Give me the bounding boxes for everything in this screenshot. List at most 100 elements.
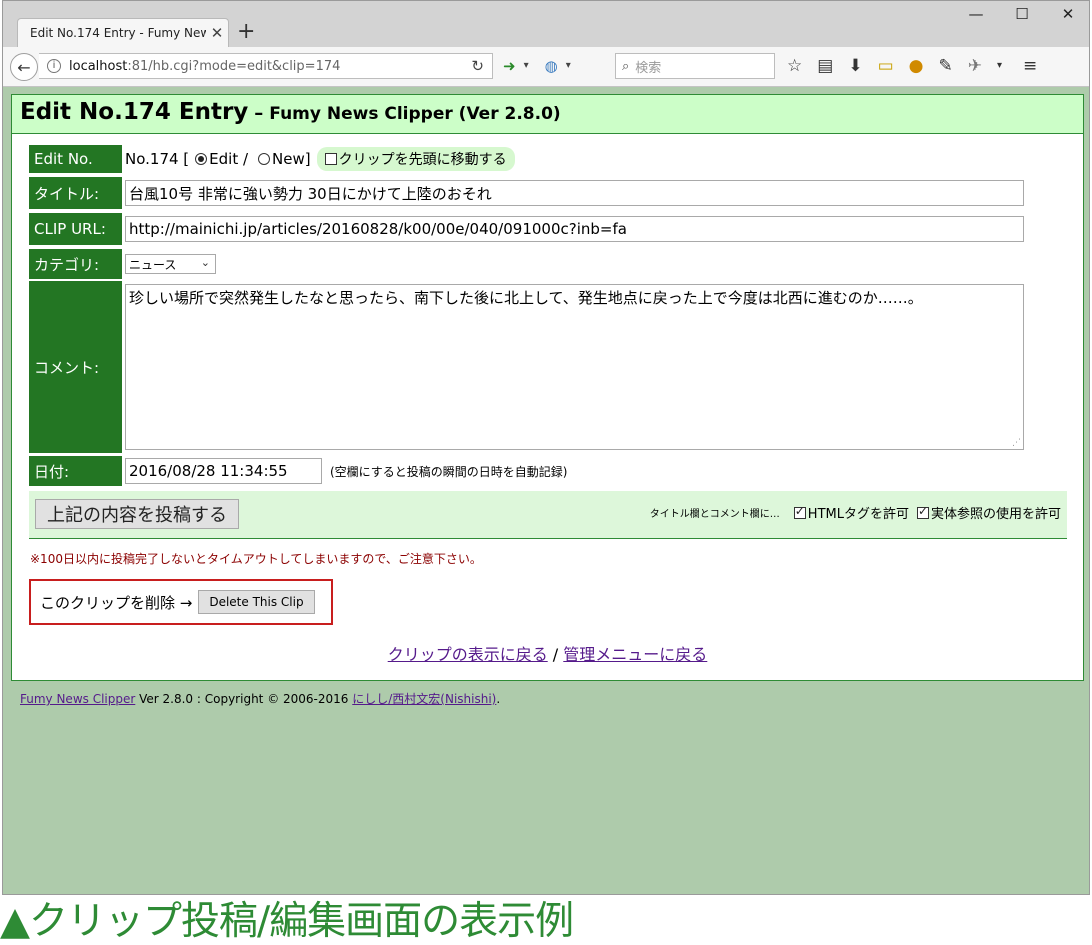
wrench-icon[interactable]: ✎ [938, 56, 952, 76]
dropdown-icon[interactable]: ▾ [997, 60, 1002, 76]
delete-clip-button[interactable]: Delete This Clip [198, 590, 315, 614]
footer: Fumy News Clipper Ver 2.8.0 : Copyright … [20, 690, 500, 707]
title-row: タイトル: 台風10号 非常に強い勢力 30日にかけて上陸のおそれ [29, 177, 1024, 209]
footer-end: . [496, 692, 501, 706]
edit-no-label: Edit No. [29, 145, 122, 173]
delete-clip-label: このクリップを削除 → [40, 593, 193, 612]
arrow-icon[interactable]: ➜ [503, 57, 516, 75]
category-select[interactable]: ニュース ⌄ [125, 254, 216, 274]
search-placeholder: 検索 [635, 60, 662, 76]
nav-bar: ← i localhost :81/hb.cgi?mode=edit&clip=… [3, 47, 1089, 87]
footer-version: Ver 2.8.0 : Copyright © 2006-2016 [139, 692, 349, 706]
folder-icon[interactable]: ▭ [878, 56, 894, 76]
back-to-clip-link[interactable]: クリップの表示に戻る [388, 645, 548, 664]
title-dash: – [254, 103, 264, 124]
back-links: クリップの表示に戻る / 管理メニューに戻る [12, 641, 1083, 665]
title-field: 台風10号 非常に強い勢力 30日にかけて上陸のおそれ [122, 177, 1024, 209]
move-to-top-checkbox[interactable] [324, 153, 337, 165]
dropdown-icon[interactable]: ▾ [566, 60, 571, 75]
category-field: ニュース ⌄ [122, 249, 216, 279]
figure-caption: ▲クリップ投稿/編集画面の表示例 [0, 899, 574, 944]
reader-icon[interactable]: ▤ [817, 56, 833, 76]
extension-icon[interactable]: ● [909, 56, 924, 76]
minimize-button[interactable]: — [961, 5, 991, 23]
radio-new[interactable]: New] [258, 150, 311, 168]
comment-label: コメント: [29, 281, 122, 453]
resize-grip-icon[interactable]: ⋰ [1012, 438, 1021, 448]
radio-edit[interactable]: Edit / [195, 150, 248, 168]
browser-window: Edit No.174 Entry - Fumy New... ✕ + — ☐ … [2, 0, 1090, 895]
comment-field: 珍しい場所で突然発生したなと思ったら、南下した後に北上して、発生地点に戻った上で… [122, 281, 1024, 453]
browser-tab[interactable]: Edit No.174 Entry - Fumy New... ✕ [17, 18, 229, 47]
timeout-note: ※100日以内に投稿完了しないとタイムアウトしてしまいますので、ご注意下さい。 [30, 552, 482, 566]
maximize-button[interactable]: ☐ [1007, 5, 1037, 23]
toolbar-icons: ☆ ▤ ⬇ ▭ ● ✎ ✈ ▾ ≡ [787, 56, 1037, 76]
tab-bar: Edit No.174 Entry - Fumy New... ✕ + — ☐ … [3, 1, 1089, 47]
new-tab-button[interactable]: + [237, 19, 255, 44]
submit-button[interactable]: 上記の内容を投稿する [35, 499, 239, 529]
title-input[interactable]: 台風10号 非常に強い勢力 30日にかけて上陸のおそれ [125, 180, 1024, 206]
dropdown-icon[interactable]: ▾ [524, 60, 529, 75]
options-prefix: タイトル欄とコメント欄に… [649, 509, 780, 520]
chevron-down-icon: ⌄ [200, 256, 210, 269]
page-subtitle: Fumy News Clipper (Ver 2.8.0) [269, 104, 561, 124]
close-tab-icon[interactable]: ✕ [206, 24, 228, 42]
footer-author-link[interactable]: にしし/西村文宏(Nishishi) [352, 692, 496, 706]
download-icon[interactable]: ⬇ [848, 56, 862, 76]
back-icon[interactable]: ← [10, 53, 38, 81]
comment-row: コメント: 珍しい場所で突然発生したなと思ったら、南下した後に北上して、発生地点… [29, 281, 1024, 453]
date-hint: (空欄にすると投稿の瞬間の日時を自動記録) [330, 464, 568, 479]
page-content: Edit No.174 Entry – Fumy News Clipper (V… [3, 88, 1089, 894]
page-title: Edit No.174 Entry – Fumy News Clipper (V… [12, 95, 1083, 134]
radio-edit-dot[interactable] [195, 153, 208, 165]
clip-url-input[interactable]: http://mainichi.jp/articles/20160828/k00… [125, 216, 1024, 242]
comment-text: 珍しい場所で突然発生したなと思ったら、南下した後に北上して、発生地点に戻った上で… [129, 289, 923, 307]
radio-new-label: New] [272, 150, 311, 168]
category-row: カテゴリ: ニュース ⌄ [29, 249, 216, 279]
allow-html-label: HTMLタグを許可 [807, 507, 909, 522]
submit-options: タイトル欄とコメント欄に… HTMLタグを許可 実体参照の使用を許可 [650, 503, 1061, 522]
date-field: 2016/08/28 11:34:55 (空欄にすると投稿の瞬間の日時を自動記録… [122, 456, 568, 486]
menu-icon[interactable]: ≡ [1023, 56, 1037, 76]
move-to-top-label: クリップを先頭に移動する [338, 152, 507, 168]
star-icon[interactable]: ☆ [787, 56, 802, 76]
allow-html-option[interactable]: HTMLタグを許可 [793, 503, 909, 522]
link-separator: / [552, 645, 559, 664]
allow-entity-label: 実体参照の使用を許可 [930, 507, 1061, 522]
title-label: タイトル: [29, 177, 122, 209]
info-icon[interactable]: i [47, 59, 61, 73]
url-row: CLIP URL: http://mainichi.jp/articles/20… [29, 213, 1024, 245]
date-label: 日付: [29, 456, 122, 486]
globe-icon[interactable]: ◍ [545, 57, 558, 75]
close-window-button[interactable]: ✕ [1053, 5, 1083, 23]
url-bar[interactable]: i localhost :81/hb.cgi?mode=edit&clip=17… [39, 53, 493, 79]
url-host: localhost [69, 58, 128, 74]
edit-panel: Edit No.174 Entry – Fumy News Clipper (V… [11, 94, 1084, 681]
clip-url-label: CLIP URL: [29, 213, 122, 245]
allow-entity-option[interactable]: 実体参照の使用を許可 [916, 503, 1061, 522]
back-to-menu-link[interactable]: 管理メニューに戻る [563, 645, 707, 664]
footer-app-link[interactable]: Fumy News Clipper [20, 692, 135, 706]
reload-icon[interactable]: ↻ [471, 57, 484, 75]
comment-textarea[interactable]: 珍しい場所で突然発生したなと思ったら、南下した後に北上して、発生地点に戻った上で… [125, 284, 1024, 450]
nav-extra-icons: ➜ ▾ ◍ ▾ [503, 57, 571, 75]
allow-html-checkbox[interactable] [793, 504, 806, 519]
search-icon: ⌕ [622, 58, 630, 74]
radio-new-dot[interactable] [258, 153, 271, 165]
allow-entity-checkbox[interactable] [916, 504, 929, 519]
addon-icon[interactable]: ✈ [968, 56, 982, 76]
edit-no-field: No.174 [ Edit / New] クリップを先頭に移動する [122, 145, 515, 173]
page-title-main: Edit No.174 Entry [20, 99, 249, 125]
move-to-top-option[interactable]: クリップを先頭に移動する [316, 147, 515, 171]
category-selected-value: ニュース [129, 257, 177, 272]
clip-url-field: http://mainichi.jp/articles/20160828/k00… [122, 213, 1024, 245]
url-path: :81/hb.cgi?mode=edit&clip=174 [127, 58, 341, 74]
date-input[interactable]: 2016/08/28 11:34:55 [125, 458, 322, 484]
edit-no-value: No.174 [ [125, 150, 190, 168]
search-bar[interactable]: ⌕ 検索 [615, 53, 775, 79]
category-label: カテゴリ: [29, 249, 122, 279]
delete-clip-box: このクリップを削除 → Delete This Clip [29, 579, 333, 625]
tab-title: Edit No.174 Entry - Fumy New... [30, 26, 206, 40]
radio-edit-label: Edit / [209, 150, 249, 168]
submit-bar: 上記の内容を投稿する タイトル欄とコメント欄に… HTMLタグを許可 実体参照の… [29, 491, 1067, 539]
